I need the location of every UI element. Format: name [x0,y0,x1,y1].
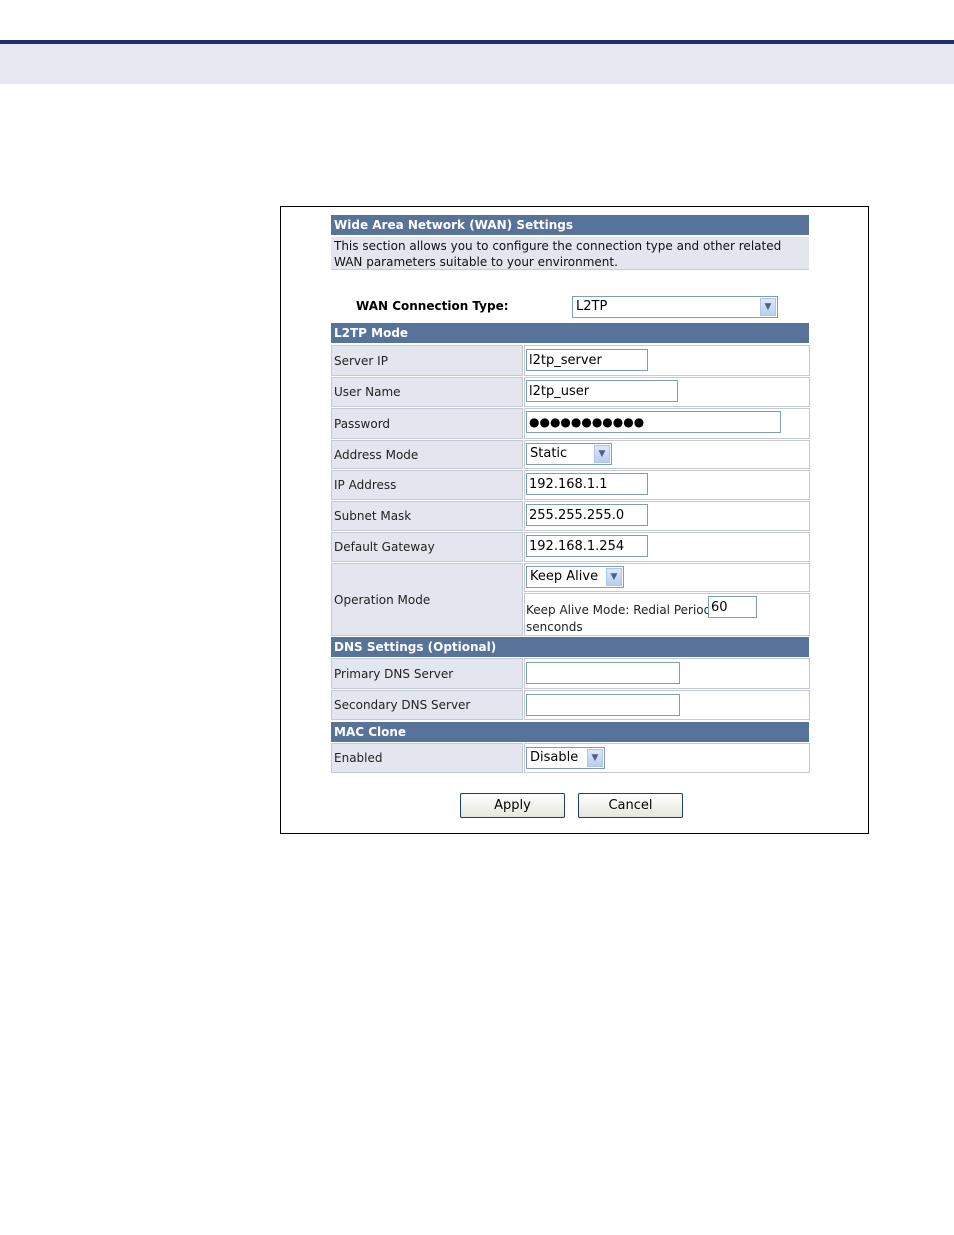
ip-address-label: IP Address [331,470,523,500]
ip-address-input[interactable] [526,473,648,495]
default-gateway-label: Default Gateway [331,532,523,562]
address-mode-label: Address Mode [331,440,523,469]
subnet-mask-label: Subnet Mask [331,501,523,531]
primary-dns-input[interactable] [526,662,680,684]
user-name-label: User Name [331,377,523,407]
primary-dns-label: Primary DNS Server [331,658,523,689]
mac-clone-enabled-label: Enabled [331,743,523,773]
redial-period-input[interactable] [708,596,757,618]
user-name-input[interactable] [526,380,678,402]
chevron-down-icon[interactable]: ▼ [606,568,622,586]
secondary-dns-input[interactable] [526,694,680,716]
address-mode-select[interactable]: Static ▼ [526,443,612,465]
chevron-down-icon[interactable]: ▼ [760,298,776,316]
header-band [0,44,954,84]
chevron-down-icon[interactable]: ▼ [587,749,603,767]
wan-connection-type-select[interactable]: L2TP ▼ [572,296,778,318]
wan-settings-title: Wide Area Network (WAN) Settings [331,215,809,235]
address-mode-value: Static [530,446,568,461]
chevron-down-icon[interactable]: ▼ [594,445,610,463]
default-gateway-input[interactable] [526,535,648,557]
wan-connection-type-label: WAN Connection Type: [356,299,509,313]
mac-clone-enabled-value: Disable [530,750,579,765]
operation-mode-label: Operation Mode [331,563,523,636]
server-ip-label: Server IP [331,345,523,376]
operation-mode-value: Keep Alive [530,569,599,584]
redial-period-label: Keep Alive Mode: Redial Period [526,603,712,617]
subnet-mask-input[interactable] [526,504,648,526]
secondary-dns-label: Secondary DNS Server [331,690,523,720]
server-ip-input[interactable] [526,349,648,371]
l2tp-mode-header: L2TP Mode [331,323,809,343]
wan-connection-type-value: L2TP [576,299,608,314]
password-input[interactable]: ●●●●●●●●●●● [526,411,781,433]
dns-settings-header: DNS Settings (Optional) [331,637,809,657]
cancel-button[interactable]: Cancel [578,793,683,818]
apply-button[interactable]: Apply [460,793,565,818]
redial-period-unit: senconds [526,620,583,634]
operation-mode-select[interactable]: Keep Alive ▼ [526,566,624,588]
mac-clone-enabled-select[interactable]: Disable ▼ [526,747,605,769]
mac-clone-header: MAC Clone [331,722,809,742]
password-label: Password [331,408,523,439]
wan-settings-description: This section allows you to configure the… [331,237,809,270]
